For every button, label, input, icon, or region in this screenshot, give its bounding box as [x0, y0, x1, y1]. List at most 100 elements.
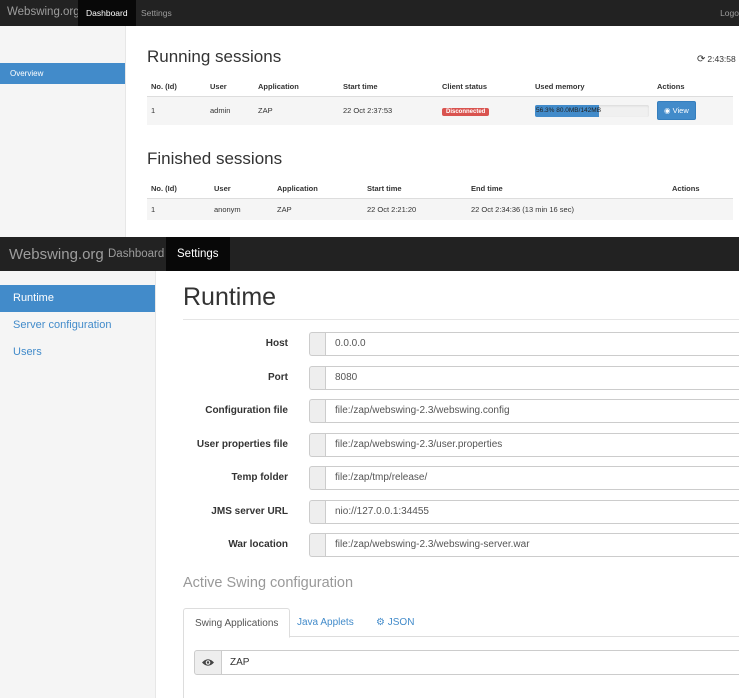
field-label: Host	[265, 338, 288, 349]
tab-java-applets[interactable]: Java Applets	[286, 608, 365, 637]
page-title: Runtime	[183, 283, 277, 311]
app-name[interactable]: ZAP	[221, 650, 739, 675]
input-addon	[309, 399, 326, 423]
tab-json[interactable]: ⚙ JSON	[365, 608, 425, 637]
column-header: User	[206, 77, 254, 97]
server-clock: ⟳ 2:43:58	[697, 54, 736, 65]
field-label: User properties file	[196, 439, 288, 450]
input-addon	[309, 366, 326, 390]
configuration-file-field[interactable]: file:/zap/webswing-2.3/webswing.config	[325, 399, 739, 423]
view-button-label: View	[672, 106, 689, 116]
actions-cell	[668, 197, 733, 220]
session-id: 1	[147, 197, 210, 220]
gear-icon: ⚙	[376, 617, 385, 628]
finished-sessions-title: Finished sessions	[147, 149, 283, 168]
field-label: Temp folder	[231, 472, 288, 483]
input-addon	[309, 500, 326, 524]
table-header-row: No. (Id) User Application Start time Cli…	[147, 77, 733, 97]
memory-cell: 56.3% 80.0MB/142MB	[531, 95, 653, 125]
field-host: Host 0.0.0.0	[183, 332, 739, 356]
session-user: admin	[206, 95, 254, 125]
swing-config-tabs: Swing Applications Java Applets ⚙ JSON	[183, 608, 739, 638]
host-field[interactable]: 0.0.0.0	[325, 332, 739, 356]
sidebar-item-users[interactable]: Users	[0, 339, 155, 366]
field-configuration-file: Configuration file file:/zap/webswing-2.…	[183, 399, 739, 423]
column-header: End time	[467, 179, 668, 199]
clock-time: 2:43:58	[707, 54, 736, 64]
brand-logo[interactable]: Webswing.org	[7, 6, 80, 18]
finished-sessions-table: No. (Id) User Application Start time End…	[147, 179, 733, 220]
session-end-time: 22 Oct 2:34:36 (13 min 16 sec)	[467, 197, 668, 220]
field-jms-server-url: JMS server URL nio://127.0.0.1:34455	[183, 500, 739, 524]
column-header: Application	[254, 77, 339, 97]
nav-dashboard[interactable]: Dashboard	[97, 237, 175, 271]
table-row: 1 admin ZAP 22 Oct 2:37:53 Disconnected …	[147, 95, 733, 125]
column-header: Start time	[339, 77, 438, 97]
nav-logout[interactable]: Logo	[720, 0, 739, 26]
status-badge: Disconnected	[442, 107, 490, 116]
sidebar-item-server-configuration[interactable]: Server configuration	[0, 312, 155, 339]
brand-logo[interactable]: Webswing.org	[9, 246, 104, 263]
column-header: No. (Id)	[147, 77, 206, 97]
view-session-button[interactable]: ◉ View	[657, 101, 696, 121]
session-user: anonym	[210, 197, 273, 220]
running-sessions-title: Running sessions	[147, 47, 282, 66]
table-row: 1 anonym ZAP 22 Oct 2:21:20 22 Oct 2:34:…	[147, 197, 733, 220]
running-sessions-table: No. (Id) User Application Start time Cli…	[147, 77, 733, 125]
field-user-properties-file: User properties file file:/zap/webswing-…	[183, 433, 739, 457]
client-status-cell: Disconnected	[438, 95, 531, 125]
column-header: No. (Id)	[147, 179, 210, 199]
field-label: Configuration file	[205, 405, 288, 416]
list-item: ZAP	[194, 650, 739, 675]
column-header: Start time	[363, 179, 467, 199]
table-header-row: No. (Id) User Application Start time End…	[147, 179, 733, 199]
port-field[interactable]: 8080	[325, 366, 739, 390]
column-header: Application	[273, 179, 363, 199]
session-start-time: 22 Oct 2:21:20	[363, 197, 467, 220]
nav-settings[interactable]: Settings	[166, 237, 230, 271]
tab-swing-applications[interactable]: Swing Applications	[183, 608, 291, 638]
title-divider	[183, 319, 739, 320]
tab-json-label: JSON	[387, 617, 415, 628]
user-properties-file-field[interactable]: file:/zap/webswing-2.3/user.properties	[325, 433, 739, 457]
sidebar-item-runtime[interactable]: Runtime	[0, 285, 155, 312]
refresh-icon[interactable]: ⟳	[697, 54, 705, 65]
war-location-field[interactable]: file:/zap/webswing-2.3/webswing-server.w…	[325, 533, 739, 557]
navbar: Webswing.org Dashboard Settings Logo	[0, 0, 739, 26]
column-header: User	[210, 179, 273, 199]
nav-settings[interactable]: Settings	[133, 0, 180, 26]
column-header: Used memory	[531, 77, 653, 97]
temp-folder-field[interactable]: file:/zap/tmp/release/	[325, 466, 739, 490]
actions-cell: ◉ View	[653, 95, 733, 125]
input-addon	[309, 332, 326, 356]
field-label: Port	[268, 372, 288, 383]
field-port: Port 8080	[183, 366, 739, 390]
field-war-location: War location file:/zap/webswing-2.3/webs…	[183, 533, 739, 557]
sidebar: Overview	[0, 26, 126, 237]
settings-screen: Webswing.org Dashboard Settings Runtime …	[0, 237, 739, 698]
dashboard-screen: Webswing.org Dashboard Settings Logo Ove…	[0, 0, 739, 237]
session-application: ZAP	[254, 95, 339, 125]
field-label: War location	[228, 539, 288, 550]
swing-configuration-heading: Active Swing configuration	[183, 575, 354, 591]
memory-progress: 56.3% 80.0MB/142MB	[535, 104, 649, 117]
session-id: 1	[147, 95, 206, 125]
column-header: Actions	[653, 77, 733, 97]
field-temp-folder: Temp folder file:/zap/tmp/release/	[183, 466, 739, 490]
session-start-time: 22 Oct 2:37:53	[339, 95, 438, 125]
jms-server-url-field[interactable]: nio://127.0.0.1:34455	[325, 500, 739, 524]
sidebar: Runtime Server configuration Users	[0, 271, 156, 698]
memory-progress-text: 56.3% 80.0MB/142MB	[536, 106, 602, 114]
input-addon	[309, 466, 326, 490]
input-addon	[309, 533, 326, 557]
column-header: Client status	[438, 77, 531, 97]
input-addon	[309, 433, 326, 457]
sidebar-item-overview[interactable]: Overview	[0, 63, 125, 84]
eye-icon[interactable]	[194, 650, 222, 675]
field-label: JMS server URL	[211, 506, 288, 517]
nav-dashboard[interactable]: Dashboard	[78, 0, 136, 26]
camera-icon: ◉	[664, 106, 671, 116]
navbar: Webswing.org Dashboard Settings	[0, 237, 739, 271]
session-application: ZAP	[273, 197, 363, 220]
column-header: Actions	[668, 179, 733, 199]
